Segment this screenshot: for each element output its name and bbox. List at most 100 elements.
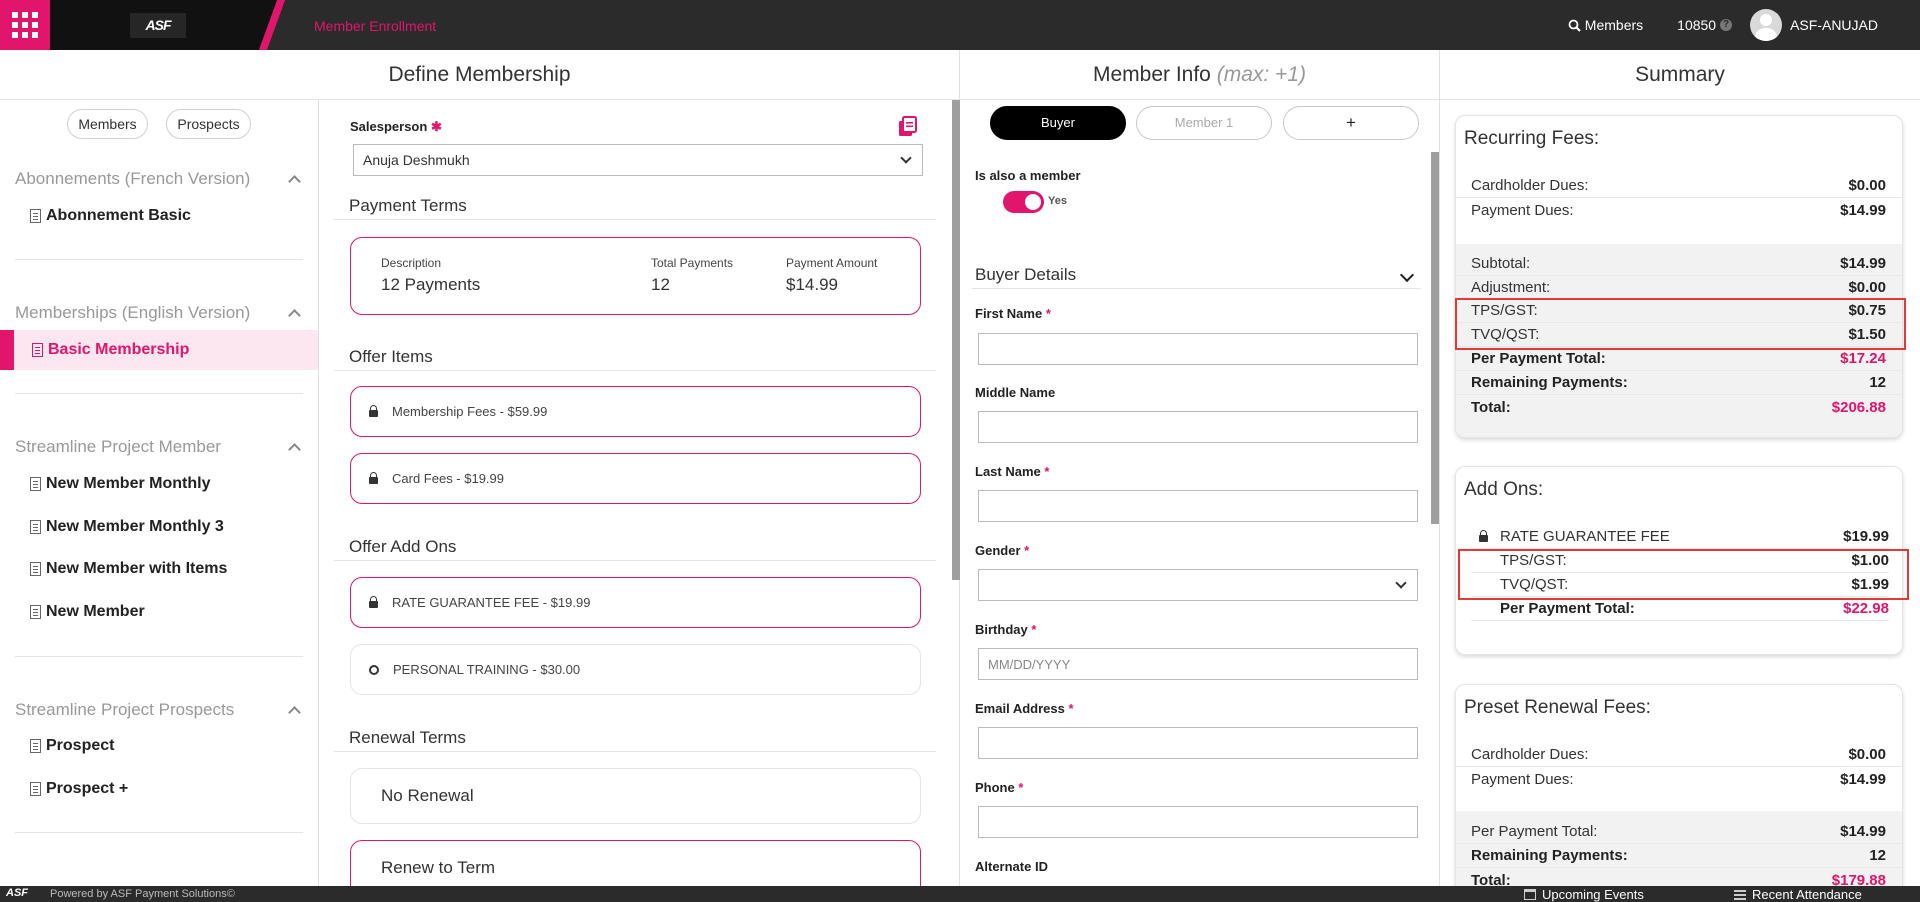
also-member-label: Is also a member bbox=[975, 168, 1081, 183]
members-pill-button[interactable]: Members bbox=[67, 109, 148, 139]
row-value: $0.00 bbox=[1848, 279, 1886, 296]
group-streamline-member[interactable]: Streamline Project Member bbox=[15, 437, 305, 457]
field-label-text: Phone bbox=[975, 780, 1015, 795]
recurring-fees-card: Recurring Fees: Cardholder Dues: $0.00 Pa… bbox=[1455, 115, 1903, 438]
remaining-payments-row: Remaining Payments: 12 bbox=[1456, 371, 1902, 395]
last-name-input[interactable] bbox=[978, 490, 1418, 522]
apps-grid-icon[interactable] bbox=[0, 0, 50, 50]
required-icon: * bbox=[1045, 306, 1051, 321]
chevron-up-icon bbox=[288, 175, 301, 188]
separator bbox=[15, 393, 303, 394]
offer-item-card-fees[interactable]: Card Fees - $19.99 bbox=[350, 453, 921, 504]
row-value: $14.99 bbox=[1840, 255, 1886, 272]
row-label: Adjustment: bbox=[1471, 279, 1551, 296]
row-label: Payment Dues: bbox=[1471, 770, 1574, 788]
subtotal-row: Subtotal: $14.99 bbox=[1456, 252, 1902, 276]
buyer-details-title: Buyer Details bbox=[975, 265, 1077, 284]
prospects-pill-button[interactable]: Prospects bbox=[166, 109, 251, 139]
required-icon: * bbox=[1018, 780, 1024, 795]
divider bbox=[1439, 50, 1440, 886]
middle-name-input[interactable] bbox=[978, 411, 1418, 443]
group-abonnements[interactable]: Abonnements (French Version) bbox=[15, 169, 305, 189]
renewal-fees-title: Preset Renewal Fees: bbox=[1464, 697, 1651, 718]
toggle-state: Yes bbox=[1048, 195, 1067, 207]
nav-item-new-member-monthly[interactable]: New Member Monthly bbox=[0, 464, 318, 504]
addon-personal-training[interactable]: PERSONAL TRAINING - $30.00 bbox=[350, 644, 921, 695]
scrollbar[interactable] bbox=[1431, 152, 1439, 524]
copy-icon[interactable] bbox=[897, 115, 919, 137]
user-name: ASF-ANUJAD bbox=[1790, 17, 1878, 33]
required-icon: * bbox=[1031, 622, 1037, 637]
also-member-toggle[interactable] bbox=[1003, 191, 1044, 213]
cardholder-dues-row: Cardholder Dues: $0.00 bbox=[1456, 174, 1902, 198]
separator bbox=[334, 751, 936, 752]
renewal-option-label: No Renewal bbox=[381, 786, 474, 805]
addon-label: PERSONAL TRAINING - $30.00 bbox=[393, 662, 581, 677]
nav-item-prospect[interactable]: Prospect bbox=[0, 726, 318, 766]
renewal-remaining-row: Remaining Payments: 12 bbox=[1456, 844, 1902, 868]
help-icon[interactable]: ? bbox=[1720, 19, 1733, 31]
user-menu[interactable]: ASF-ANUJAD bbox=[1750, 9, 1878, 41]
phone-input[interactable] bbox=[978, 806, 1418, 838]
scrollbar[interactable] bbox=[952, 100, 960, 580]
payment-dues-row: Payment Dues: $14.99 bbox=[1456, 198, 1902, 222]
club-id[interactable]: 10850 ? bbox=[1677, 17, 1733, 33]
birthday-input[interactable] bbox=[978, 648, 1418, 680]
gender-select[interactable] bbox=[978, 569, 1418, 601]
nav-item-label: New Member with Items bbox=[46, 560, 228, 577]
asf-logo[interactable]: ASF bbox=[130, 13, 186, 38]
email-input[interactable] bbox=[978, 727, 1418, 759]
club-id-value: 10850 bbox=[1677, 17, 1717, 33]
row-label: RATE GUARANTEE FEE bbox=[1479, 528, 1670, 545]
add-member-button[interactable]: + bbox=[1283, 106, 1419, 140]
tab-member-1[interactable]: Member 1 bbox=[1136, 106, 1272, 140]
total-payments-value: 12 bbox=[651, 275, 670, 294]
alternate-id-label: Alternate ID bbox=[975, 859, 1048, 874]
renewal-option-no-renewal[interactable]: No Renewal bbox=[350, 768, 921, 824]
upcoming-events-link[interactable]: Upcoming Events bbox=[1524, 887, 1644, 902]
document-icon bbox=[30, 520, 41, 534]
members-link-label: Members bbox=[1584, 17, 1644, 33]
nav-item-label: Abonnement Basic bbox=[46, 207, 191, 224]
field-label-text: First Name bbox=[975, 306, 1043, 321]
row-label: Payment Dues: bbox=[1471, 201, 1574, 219]
addon-per-payment-row: Per Payment Total: $22.98 bbox=[1471, 597, 1889, 621]
nav-item-prospect-plus[interactable]: Prospect + bbox=[0, 769, 318, 809]
powered-by: Powered by ASF Payment Solutions© bbox=[50, 888, 235, 900]
row-label: Remaining Payments: bbox=[1471, 847, 1628, 864]
offer-item-membership-fees[interactable]: Membership Fees - $59.99 bbox=[350, 386, 921, 437]
first-name-input[interactable] bbox=[978, 333, 1418, 365]
group-memberships[interactable]: Memberships (English Version) bbox=[15, 303, 305, 323]
calendar-icon bbox=[1524, 889, 1536, 900]
separator bbox=[334, 370, 936, 371]
group-streamline-prospects[interactable]: Streamline Project Prospects bbox=[15, 700, 305, 720]
nav-item-new-member-monthly-3[interactable]: New Member Monthly 3 bbox=[0, 507, 318, 547]
field-label-text: Email Address bbox=[975, 701, 1065, 716]
payment-term-card[interactable]: Description 12 Payments Total Payments 1… bbox=[350, 237, 921, 315]
row-value: $17.24 bbox=[1840, 350, 1886, 367]
nav-item-label: Basic Membership bbox=[48, 341, 190, 358]
row-label: Per Payment Total: bbox=[1500, 600, 1635, 617]
description-label: Description bbox=[381, 256, 442, 270]
payment-amount: Payment Amount $14.99 bbox=[786, 256, 877, 295]
nav-item-new-member-with-items[interactable]: New Member with Items bbox=[0, 549, 318, 589]
row-label: Cardholder Dues: bbox=[1471, 177, 1589, 194]
nav-item-abonnement-basic[interactable]: Abonnement Basic bbox=[0, 196, 318, 236]
addon-rate-guarantee[interactable]: RATE GUARANTEE FEE - $19.99 bbox=[350, 577, 921, 628]
group-title-label: Streamline Project Prospects bbox=[15, 700, 235, 719]
row-value: $14.99 bbox=[1840, 823, 1886, 840]
first-name-label: First Name * bbox=[975, 306, 1051, 321]
nav-item-basic-membership[interactable]: Basic Membership bbox=[0, 330, 318, 370]
nav-item-new-member[interactable]: New Member bbox=[0, 592, 318, 632]
chevron-down-icon[interactable] bbox=[1399, 267, 1415, 283]
salesperson-select[interactable]: Anuja Deshmukh bbox=[353, 144, 923, 176]
row-value: $14.99 bbox=[1840, 201, 1886, 219]
per-payment-total-row: Per Payment Total: $17.24 bbox=[1456, 347, 1902, 371]
recent-attendance-link[interactable]: Recent Attendance bbox=[1734, 887, 1862, 902]
footer: ASF Powered by ASF Payment Solutions© Up… bbox=[0, 886, 1920, 902]
recurring-fees-title: Recurring Fees: bbox=[1464, 128, 1600, 149]
payment-amount-label: Payment Amount bbox=[786, 256, 878, 270]
tab-buyer[interactable]: Buyer bbox=[990, 106, 1126, 140]
members-search-link[interactable]: Members bbox=[1568, 17, 1643, 33]
nav-item-label: Prospect + bbox=[46, 780, 129, 797]
